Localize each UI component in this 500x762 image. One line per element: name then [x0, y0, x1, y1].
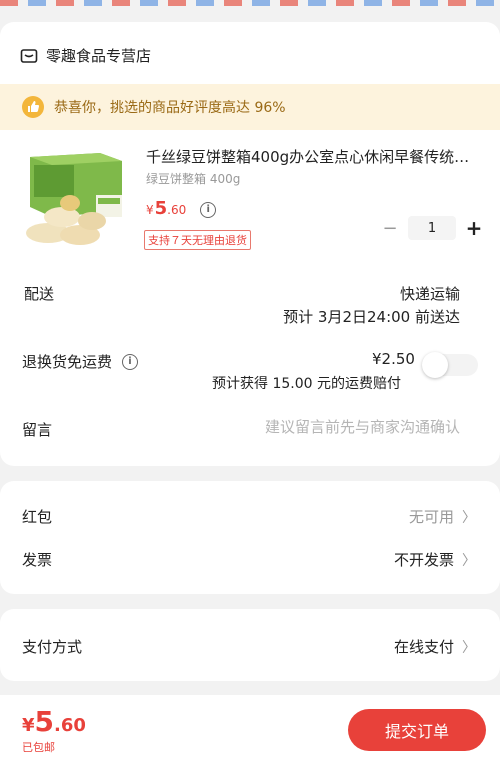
invoice-value[interactable]: 不开发票 — [394, 549, 454, 570]
quantity-value[interactable]: 1 — [408, 216, 456, 240]
checkout-bar: ¥ 5 .60 已包邮 提交订单 — [0, 695, 500, 762]
price-decimal: .60 — [167, 203, 187, 217]
submit-order-button[interactable]: 提交订单 — [348, 709, 486, 751]
chevron-right-icon[interactable]: 〉 — [462, 550, 476, 570]
total-integer: 5 — [34, 705, 55, 738]
chevron-right-icon[interactable]: 〉 — [462, 637, 476, 657]
store-icon — [20, 48, 38, 63]
total-symbol: ¥ — [22, 715, 35, 736]
store-name: 零趣食品专营店 — [46, 47, 152, 65]
product-title[interactable]: 千丝绿豆饼整箱400g办公室点心休闲早餐传统糕点 — [146, 146, 482, 167]
price-integer: 5 — [154, 198, 168, 219]
return-compensation: 预计获得 15.00 元的运费赔付 — [212, 376, 401, 392]
chevron-right-icon[interactable]: 〉 — [462, 507, 476, 527]
return-policy-tag: 支持７天无理由退货 — [144, 230, 251, 250]
red-packet-value[interactable]: 无可用 — [409, 506, 454, 527]
decrease-button[interactable]: − — [380, 216, 400, 240]
message-input[interactable] — [200, 418, 460, 436]
store-header[interactable]: 零趣食品专营店 — [20, 45, 151, 66]
return-shipping-row: 退换货免运费 i — [22, 351, 139, 372]
payment-card: 支付方式 在线支付 〉 — [0, 609, 500, 681]
quantity-stepper: − 1 + — [380, 216, 484, 240]
product-spec: 绿豆饼整箱 400g — [146, 172, 241, 186]
rating-banner: 恭喜你，挑选的商品好评度高达 96% — [0, 84, 500, 130]
payment-label: 支付方式 — [22, 638, 83, 656]
delivery-eta: 预计 3月2日24:00 前送达 — [283, 308, 460, 326]
total-price: ¥ 5 .60 — [22, 705, 86, 738]
toggle-knob — [422, 352, 448, 378]
return-info-icon[interactable]: i — [122, 353, 139, 370]
red-packet-label: 红包 — [22, 508, 53, 526]
order-card: 零趣食品专营店 恭喜你，挑选的商品好评度高达 96% 千丝绿豆饼整箱400g办公… — [0, 22, 500, 466]
price-info-icon[interactable]: i — [200, 201, 217, 218]
options-card: 红包 无可用 〉 发票 不开发票 〉 — [0, 481, 500, 594]
total-decimal: .60 — [54, 715, 86, 736]
increase-button[interactable]: + — [464, 216, 484, 240]
airmail-border — [0, 0, 500, 6]
return-shipping-price: ¥2.50 — [372, 350, 415, 368]
payment-value[interactable]: 在线支付 — [394, 636, 454, 657]
thumbs-up-icon — [22, 96, 44, 118]
product-image[interactable] — [22, 135, 126, 249]
banner-text: 恭喜你，挑选的商品好评度高达 96% — [54, 100, 286, 116]
product-price: ¥ 5 .60 i — [146, 198, 217, 220]
price-symbol: ¥ — [146, 203, 154, 217]
return-shipping-toggle[interactable] — [422, 352, 478, 378]
message-label: 留言 — [22, 421, 53, 439]
free-shipping-label: 已包邮 — [22, 741, 55, 754]
delivery-label: 配送 — [24, 285, 55, 303]
invoice-label: 发票 — [22, 551, 53, 569]
delivery-method: 快递运输 — [399, 285, 460, 303]
return-shipping-label: 退换货免运费 — [22, 353, 113, 371]
